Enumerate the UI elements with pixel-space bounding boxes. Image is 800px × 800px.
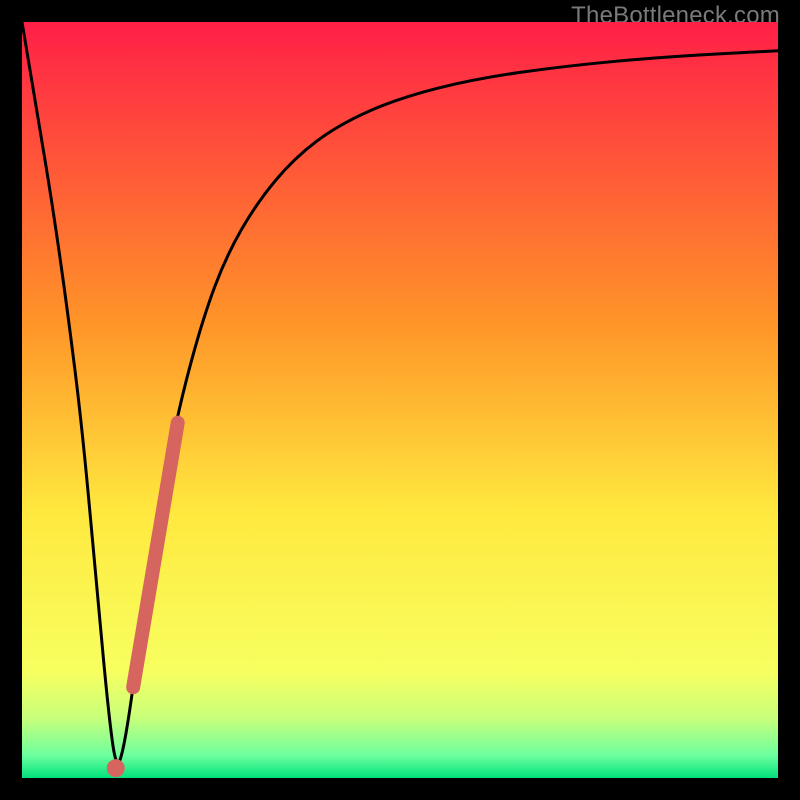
- chart-svg: [22, 22, 778, 778]
- outer-frame: TheBottleneck.com: [0, 0, 800, 800]
- plot-area: [22, 22, 778, 778]
- highlight-dot: [107, 759, 125, 777]
